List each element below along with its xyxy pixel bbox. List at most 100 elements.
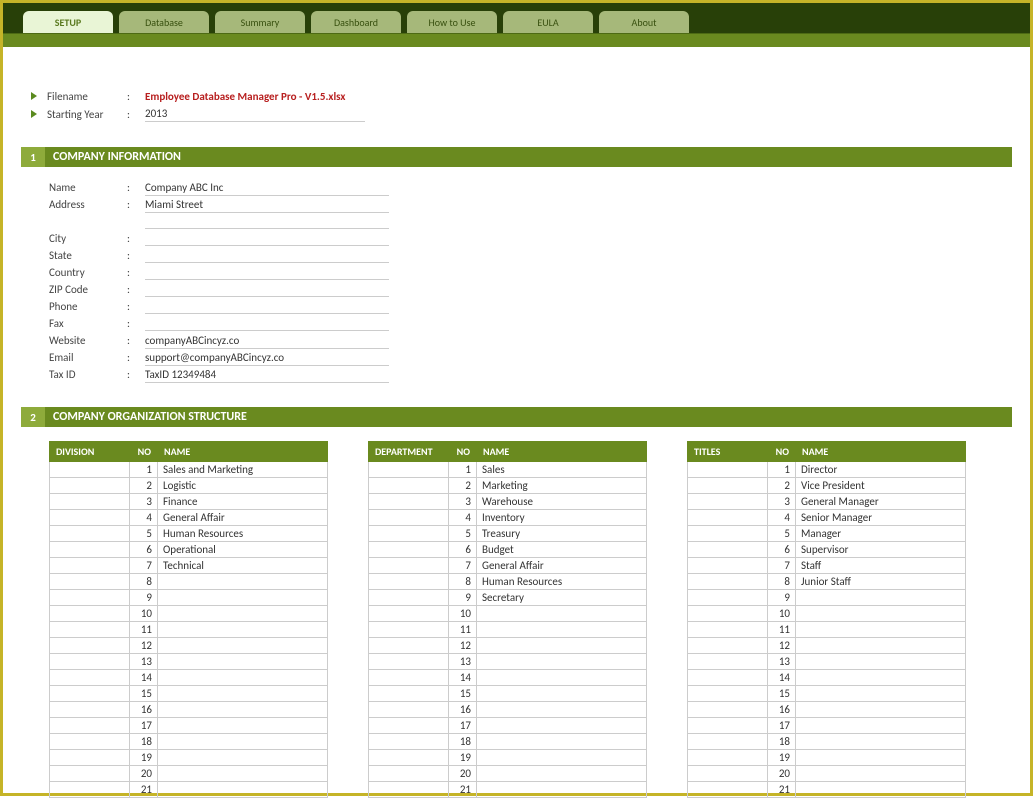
table-cell[interactable] (50, 638, 130, 654)
table-cell[interactable] (369, 606, 449, 622)
table-cell[interactable] (369, 494, 449, 510)
table-cell-name[interactable]: Supervisor (796, 542, 966, 558)
table-cell[interactable] (369, 574, 449, 590)
table-cell-name[interactable] (796, 702, 966, 718)
table-cell-name[interactable] (477, 718, 647, 734)
table-cell-name[interactable] (796, 606, 966, 622)
table-cell-name[interactable]: Finance (158, 494, 328, 510)
table-cell-name[interactable] (477, 686, 647, 702)
table-cell[interactable] (50, 670, 130, 686)
table-cell[interactable] (369, 766, 449, 782)
table-cell[interactable] (688, 558, 768, 574)
table-cell[interactable] (369, 670, 449, 686)
table-cell[interactable] (369, 558, 449, 574)
table-cell[interactable] (50, 526, 130, 542)
table-cell-name[interactable]: Marketing (477, 478, 647, 494)
table-cell[interactable] (688, 622, 768, 638)
table-cell-name[interactable] (477, 638, 647, 654)
table-cell[interactable] (369, 654, 449, 670)
table-cell-name[interactable] (158, 750, 328, 766)
tab-summary[interactable]: Summary (215, 11, 305, 33)
table-cell[interactable] (369, 478, 449, 494)
table-cell[interactable] (369, 526, 449, 542)
table-cell-name[interactable]: Inventory (477, 510, 647, 526)
starting-year-value[interactable]: 2013 (145, 106, 365, 122)
table-cell[interactable] (688, 526, 768, 542)
table-cell-name[interactable]: General Manager (796, 494, 966, 510)
table-cell-name[interactable] (796, 750, 966, 766)
form-value[interactable] (145, 300, 389, 314)
table-cell[interactable] (688, 750, 768, 766)
form-value[interactable]: Miami Street (145, 197, 389, 213)
form-value[interactable]: companyABCincyz.co (145, 333, 389, 349)
table-cell[interactable] (50, 766, 130, 782)
table-cell-name[interactable]: Technical (158, 558, 328, 574)
table-cell[interactable] (50, 494, 130, 510)
table-cell[interactable] (369, 718, 449, 734)
table-cell-name[interactable]: General Affair (158, 510, 328, 526)
table-cell[interactable] (369, 734, 449, 750)
table-cell-name[interactable] (796, 734, 966, 750)
table-cell-name[interactable] (796, 766, 966, 782)
table-cell[interactable] (688, 574, 768, 590)
table-cell[interactable] (369, 750, 449, 766)
table-cell-name[interactable]: General Affair (477, 558, 647, 574)
table-cell-name[interactable] (477, 622, 647, 638)
table-cell-name[interactable] (796, 638, 966, 654)
table-cell[interactable] (369, 686, 449, 702)
table-cell-name[interactable] (158, 606, 328, 622)
tab-setup[interactable]: SETUP (23, 11, 113, 33)
table-cell[interactable] (50, 782, 130, 798)
table-cell-name[interactable] (477, 654, 647, 670)
table-cell-name[interactable] (477, 734, 647, 750)
table-cell[interactable] (50, 590, 130, 606)
table-cell[interactable] (50, 462, 130, 478)
form-value[interactable] (145, 283, 389, 297)
table-cell-name[interactable]: Senior Manager (796, 510, 966, 526)
table-cell[interactable] (50, 574, 130, 590)
table-cell-name[interactable]: Sales (477, 462, 647, 478)
table-cell[interactable] (688, 542, 768, 558)
table-cell[interactable] (369, 622, 449, 638)
table-cell-name[interactable]: Operational (158, 542, 328, 558)
form-value[interactable]: TaxID 12349484 (145, 367, 389, 383)
table-cell-name[interactable] (796, 718, 966, 734)
table-cell-name[interactable]: Secretary (477, 590, 647, 606)
table-cell-name[interactable]: Manager (796, 526, 966, 542)
table-cell[interactable] (50, 542, 130, 558)
table-cell-name[interactable] (796, 670, 966, 686)
table-cell[interactable] (50, 750, 130, 766)
tab-howtouse[interactable]: How to Use (407, 11, 497, 33)
table-cell[interactable] (688, 766, 768, 782)
table-cell[interactable] (369, 638, 449, 654)
table-cell-name[interactable]: Human Resources (477, 574, 647, 590)
table-cell-name[interactable]: Sales and Marketing (158, 462, 328, 478)
table-cell[interactable] (688, 590, 768, 606)
form-value[interactable]: support@companyABCincyz.co (145, 350, 389, 366)
form-value[interactable] (145, 215, 389, 229)
table-cell-name[interactable] (158, 734, 328, 750)
table-cell-name[interactable]: Junior Staff (796, 574, 966, 590)
table-cell[interactable] (369, 542, 449, 558)
table-cell-name[interactable] (796, 622, 966, 638)
table-cell[interactable] (688, 654, 768, 670)
tab-database[interactable]: Database (119, 11, 209, 33)
table-cell[interactable] (50, 654, 130, 670)
table-cell[interactable] (688, 718, 768, 734)
table-cell[interactable] (688, 638, 768, 654)
table-cell-name[interactable] (477, 766, 647, 782)
table-cell-name[interactable]: Warehouse (477, 494, 647, 510)
table-cell[interactable] (688, 734, 768, 750)
tab-eula[interactable]: EULA (503, 11, 593, 33)
table-cell[interactable] (688, 478, 768, 494)
table-cell[interactable] (50, 718, 130, 734)
table-cell[interactable] (50, 622, 130, 638)
table-cell[interactable] (688, 686, 768, 702)
table-cell[interactable] (369, 590, 449, 606)
table-cell[interactable] (688, 494, 768, 510)
table-cell-name[interactable] (158, 638, 328, 654)
table-cell[interactable] (369, 462, 449, 478)
table-cell[interactable] (688, 462, 768, 478)
table-cell[interactable] (688, 702, 768, 718)
table-cell[interactable] (688, 782, 768, 798)
